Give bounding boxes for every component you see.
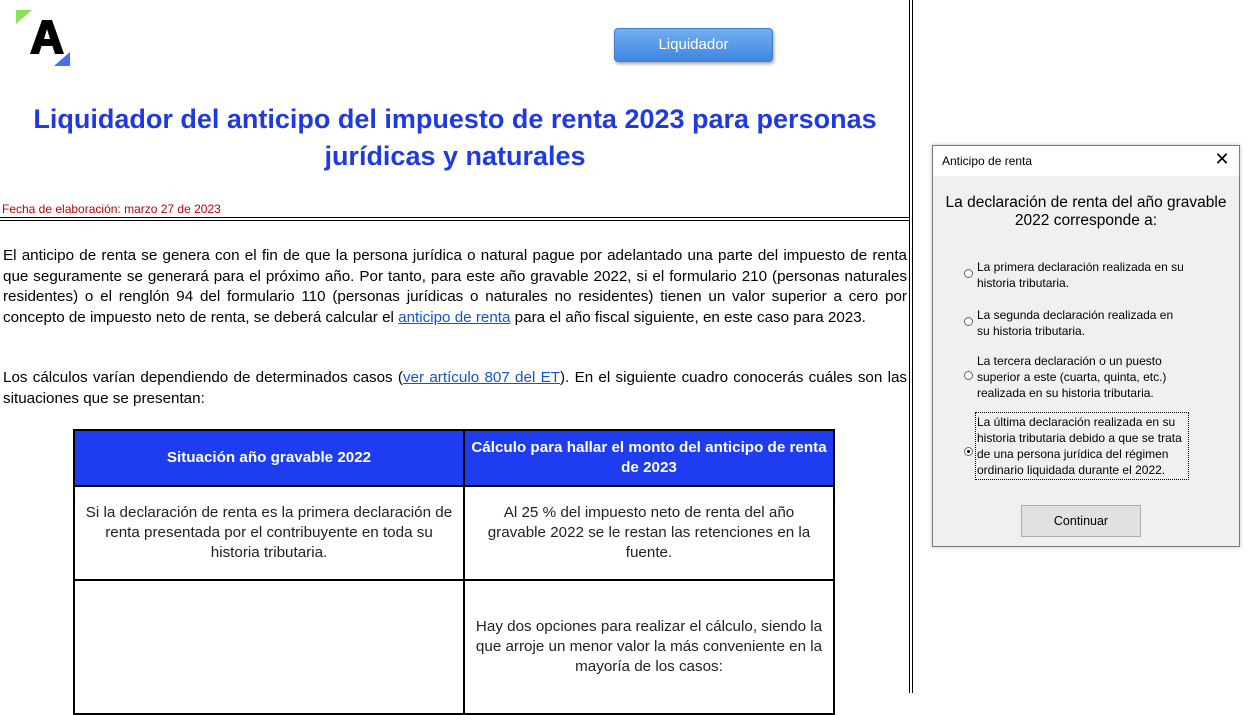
page-title: Liquidador del anticipo del impuesto de … (33, 104, 877, 171)
option-tercera[interactable]: La tercera declaración o un puesto super… (964, 353, 1187, 401)
anticipo-de-renta-link[interactable]: anticipo de renta (398, 309, 510, 326)
table-cell: Si la declaración de renta es la primera… (73, 485, 465, 581)
table-row: Si la declaración de renta es la primera… (73, 485, 835, 581)
option-primera[interactable]: La primera declaración realizada en su h… (964, 259, 1187, 291)
sheet-border (912, 0, 913, 693)
radio-button[interactable] (964, 269, 973, 278)
dialog-title: Anticipo de renta (942, 154, 1033, 168)
radio-button[interactable] (964, 317, 973, 326)
cases-table: Situación año gravable 2022 Cálculo para… (73, 429, 835, 715)
option-label: La tercera declaración o un puesto super… (977, 354, 1167, 400)
intro-paragraph: El anticipo de renta se genera con el fi… (3, 246, 907, 328)
option-segunda[interactable]: La segunda declaración realizada en su h… (964, 307, 1187, 339)
table-header-row: Situación año gravable 2022 Cálculo para… (73, 429, 835, 487)
option-ultima[interactable]: La última declaración realizada en su hi… (964, 412, 1189, 480)
dialog-question: La declaración de renta del año gravable… (945, 194, 1227, 229)
table-header-situacion: Situación año gravable 2022 (73, 429, 465, 487)
cases-paragraph: Los cálculos varían dependiendo de deter… (3, 368, 907, 409)
elaboration-date: Fecha de elaboración: marzo 27 de 2023 (2, 202, 221, 216)
actualicese-logo (16, 10, 70, 66)
close-icon[interactable]: ✕ (1213, 149, 1231, 170)
liquidador-button[interactable]: Liquidador (614, 28, 773, 62)
table-cell: Al 25 % del impuesto neto de renta del a… (463, 485, 835, 581)
header-divider (0, 217, 910, 218)
intro-text-2: para el año fiscal siguiente, en este ca… (510, 308, 866, 326)
table-row: Hay dos opciones para realizar el cálcul… (73, 579, 835, 715)
table-cell (73, 579, 465, 715)
table-header-calculo: Cálculo para hallar el monto del anticip… (463, 429, 835, 487)
option-label: La última declaración realizada en su hi… (975, 412, 1189, 480)
articulo-807-link[interactable]: ver artículo 807 del ET (403, 369, 560, 386)
header-divider (0, 220, 910, 221)
anticipo-dialog: Anticipo de renta ✕ La declaración de re… (932, 145, 1240, 547)
continue-button[interactable]: Continuar (1021, 505, 1141, 537)
dialog-titlebar: Anticipo de renta ✕ (933, 146, 1239, 176)
cases-text-1: Los cálculos varían dependiendo de deter… (3, 369, 403, 386)
option-label: La segunda declaración realizada en su h… (977, 308, 1174, 338)
radio-button[interactable] (964, 371, 973, 380)
radio-button-selected[interactable] (964, 447, 973, 456)
table-cell: Hay dos opciones para realizar el cálcul… (463, 579, 835, 715)
option-label: La primera declaración realizada en su h… (977, 260, 1184, 290)
